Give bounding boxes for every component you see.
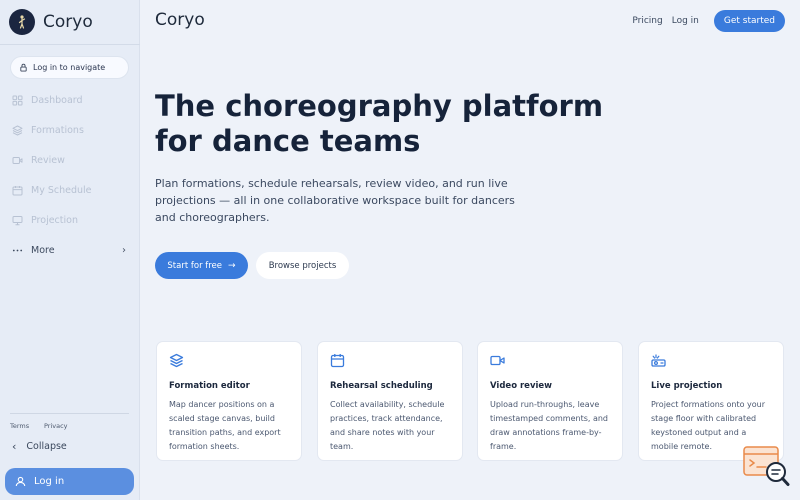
main-content: Coryo Pricing Log in Get started The cho… [141,0,800,500]
more-icon [12,249,23,251]
collapse-label: Collapse [26,441,67,452]
layers-icon [12,125,23,135]
top-nav: Pricing Log in Get started [632,10,785,32]
calendar-icon [12,185,23,195]
chevron-left-icon: ‹ [12,440,17,453]
feature-title: Formation editor [169,381,250,391]
video-icon [490,355,505,366]
hero-subtitle: Plan formations, schedule rehearsals, re… [155,177,515,224]
privacy-link[interactable]: Privacy [44,422,68,430]
sidebar-item-review[interactable]: Review [12,152,130,168]
feature-card-video-review: Video review Upload run-throughs, leave … [477,341,623,461]
browse-projects-label: Browse projects [268,260,337,271]
get-started-button[interactable]: Get started [713,10,785,32]
sidebar: Coryo Log in to navigate Dashboard Forma… [0,0,140,500]
page-title: Coryo [155,10,205,30]
sidebar-item-formations[interactable]: Formations [12,122,130,138]
feature-description: Map dancer positions on a scaled stage c… [169,400,281,451]
sidebar-item-label: Dashboard [31,94,83,106]
sidebar-item-label: My Schedule [31,184,92,196]
grid-icon [12,95,23,105]
login-to-navigate-button[interactable]: Log in to navigate [10,56,129,79]
sidebar-item-label: Review [31,154,65,166]
sidebar-item-label: More [31,244,55,256]
user-icon [15,476,26,487]
hero-title: The choreography platform for dance team… [155,89,604,158]
layers-icon [169,353,184,368]
feedback-badge-icon[interactable] [742,445,790,487]
projector-icon [651,354,666,367]
browse-projects-button[interactable]: Browse projects [256,252,349,279]
lock-icon [20,63,27,72]
monitor-icon [12,215,23,225]
terms-link[interactable]: Terms [10,422,29,430]
login-button[interactable]: Log in [5,468,134,495]
feature-title: Video review [490,381,553,391]
sidebar-item-label: Formations [31,124,84,136]
feature-card-formation-editor: Formation editor Map dancer positions on… [156,341,302,461]
arrow-right-icon: → [228,260,236,271]
sidebar-item-label: Projection [31,214,78,226]
sidebar-item-dashboard[interactable]: Dashboard [12,92,130,108]
sidebar-item-projection[interactable]: Projection [12,212,130,228]
pricing-link[interactable]: Pricing [632,16,662,26]
brand[interactable]: Coryo [9,9,93,35]
chevron-right-icon: › [122,244,126,256]
login-button-label: Log in [34,476,65,487]
sidebar-item-my-schedule[interactable]: My Schedule [12,182,130,198]
feature-card-live-projection: Live projection Project formations onto … [638,341,784,461]
brand-logo-icon [9,9,35,35]
start-for-free-label: Start for free [167,260,223,271]
video-icon [12,156,23,164]
calendar-icon [330,354,345,368]
brand-name: Coryo [43,12,93,32]
divider [0,44,140,45]
feature-card-rehearsal-scheduling: Rehearsal scheduling Collect availabilit… [317,341,463,461]
collapse-button[interactable]: ‹ Collapse [12,440,67,453]
login-link[interactable]: Log in [672,16,699,26]
divider [10,413,129,414]
feature-title: Rehearsal scheduling [330,381,433,391]
login-nav-label: Log in to navigate [33,63,106,72]
feature-description: Collect availability, schedule practices… [330,400,445,451]
feature-title: Live projection [651,381,723,391]
feature-description: Upload run-throughs, leave timestamped c… [490,400,609,451]
sidebar-item-more[interactable]: More › [12,242,130,258]
start-for-free-button[interactable]: Start for free → [155,252,248,279]
